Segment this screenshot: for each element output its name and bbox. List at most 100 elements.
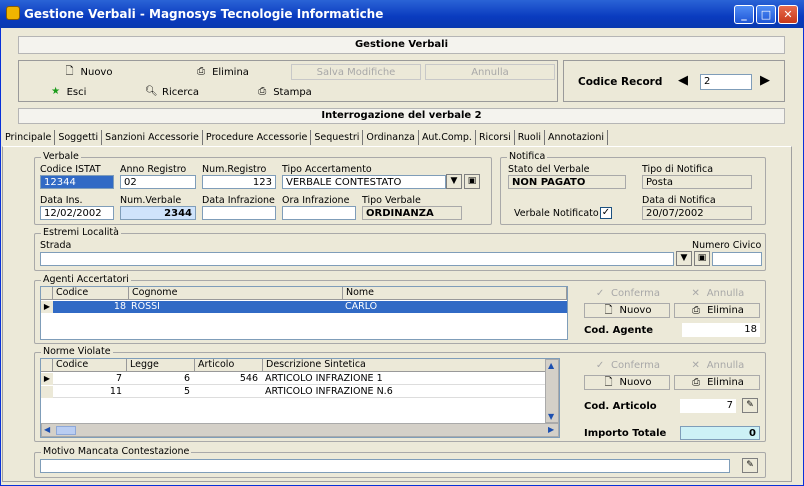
importo-totale-label: Importo Totale xyxy=(584,428,667,439)
elimina-button[interactable]: ⎙ Elimina xyxy=(157,64,287,80)
salva-button[interactable]: Salva Modifiche xyxy=(291,64,421,80)
app-icon xyxy=(6,6,20,20)
strada-field[interactable] xyxy=(40,252,674,266)
table-row[interactable]: 7 6 546 ARTICOLO INFRAZIONE 1 xyxy=(53,373,547,385)
stampa-button[interactable]: ⎙ Stampa xyxy=(229,84,339,100)
codice-istat-label: Codice ISTAT xyxy=(40,164,101,175)
lookup-icon[interactable]: ▣ xyxy=(464,174,480,189)
row-cell-descrizione: ARTICOLO INFRAZIONE N.6 xyxy=(265,386,393,397)
norme-grid[interactable]: Codice Legge Articolo Descrizione Sintet… xyxy=(40,358,560,438)
agenti-grid[interactable]: Codice Cognome Nome ▶ 18 ROSSI CARLO xyxy=(40,286,568,340)
cancel-icon: ✕ xyxy=(691,287,700,299)
anno-registro-label: Anno Registro xyxy=(120,164,187,175)
tab-ruoli[interactable]: Ruoli xyxy=(515,130,546,145)
grid-corner xyxy=(41,287,53,300)
vertical-scrollbar[interactable]: ▲ ▼ xyxy=(545,359,559,423)
codice-istat-field[interactable]: 12344 xyxy=(40,175,114,189)
new-document-icon: 🗋 xyxy=(65,66,74,77)
maximize-button[interactable]: □ xyxy=(756,5,776,24)
cod-agente-label: Cod. Agente xyxy=(584,325,654,336)
scroll-thumb[interactable] xyxy=(56,426,76,435)
tipo-verbale-field: ORDINANZA xyxy=(362,206,462,220)
tab-sequestri[interactable]: Sequestri xyxy=(311,130,364,145)
codice-record-input[interactable]: 2 xyxy=(700,74,752,90)
edit-icon[interactable]: ✎ xyxy=(742,398,758,413)
num-registro-field[interactable]: 123 xyxy=(202,175,276,189)
edit-icon[interactable]: ✎ xyxy=(742,458,758,473)
column-header-codice[interactable]: Codice xyxy=(53,287,129,300)
stato-verbale-field: NON PAGATO xyxy=(508,175,626,189)
scroll-up-icon[interactable]: ▲ xyxy=(548,361,554,370)
row-pointer-icon: ▶ xyxy=(41,373,53,385)
scroll-right-icon[interactable]: ▶ xyxy=(548,425,554,434)
data-notifica-field: 20/07/2002 xyxy=(642,206,752,220)
annulla-button[interactable]: Annulla xyxy=(425,64,555,80)
tab-principale[interactable]: Principale xyxy=(2,130,56,145)
esci-button[interactable]: ★ Esci xyxy=(23,84,113,100)
search-icon: 🔍︎ xyxy=(145,86,158,97)
norme-nuovo-button[interactable]: 🗋 Nuovo xyxy=(584,375,670,390)
tab-annotazioni[interactable]: Annotazioni xyxy=(545,130,609,145)
row-cell-codice: 7 xyxy=(115,373,122,384)
scroll-left-icon[interactable]: ◀ xyxy=(44,425,50,434)
norme-elimina-button[interactable]: ⎙ Elimina xyxy=(674,375,760,390)
agenti-nuovo-button[interactable]: 🗋 Nuovo xyxy=(584,303,670,318)
nuovo-button[interactable]: 🗋 Nuovo xyxy=(23,64,153,80)
data-infrazione-label: Data Infrazione xyxy=(202,195,275,206)
dropdown-arrow-icon[interactable]: ▼ xyxy=(676,251,692,266)
new-document-icon: 🗋 xyxy=(604,304,613,316)
table-row[interactable]: 18 ROSSI CARLO xyxy=(53,301,567,313)
column-header-codice[interactable]: Codice xyxy=(53,359,127,372)
column-header-articolo[interactable]: Articolo xyxy=(195,359,263,372)
tab-ricorsi[interactable]: Ricorsi xyxy=(476,130,515,145)
row-cell-articolo: 546 xyxy=(239,373,258,384)
prev-record-icon[interactable]: ◀ xyxy=(678,73,688,88)
close-button[interactable]: ✕ xyxy=(778,5,798,24)
horizontal-scrollbar[interactable]: ◀ ▶ xyxy=(41,423,559,437)
motivo-field[interactable] xyxy=(40,459,730,473)
numero-civico-field[interactable] xyxy=(712,252,762,266)
norme-conferma-button[interactable]: ✓ Conferma xyxy=(584,358,670,373)
next-record-icon[interactable]: ▶ xyxy=(760,73,770,88)
data-ins-label: Data Ins. xyxy=(40,195,83,206)
ora-infrazione-field[interactable] xyxy=(282,206,356,220)
importo-totale-field: 0 xyxy=(680,426,760,440)
row-cell-legge: 6 xyxy=(183,373,190,384)
cod-agente-field[interactable]: 18 xyxy=(682,323,760,337)
column-header-legge[interactable]: Legge xyxy=(127,359,195,372)
lookup-icon[interactable]: ▣ xyxy=(694,251,710,266)
tab-procedure-accessorie[interactable]: Procedure Accessorie xyxy=(203,130,312,145)
ora-infrazione-label: Ora Infrazione xyxy=(282,195,350,206)
cod-articolo-field[interactable]: 7 xyxy=(680,399,736,413)
agenti-conferma-button[interactable]: ✓ Conferma xyxy=(584,286,670,301)
tab-ordinanza[interactable]: Ordinanza xyxy=(363,130,419,145)
scroll-down-icon[interactable]: ▼ xyxy=(548,412,554,421)
tab-aut-comp[interactable]: Aut.Comp. xyxy=(419,130,476,145)
data-ins-field[interactable]: 12/02/2002 xyxy=(40,206,114,220)
data-infrazione-field[interactable] xyxy=(202,206,276,220)
table-row[interactable]: 11 5 ARTICOLO INFRAZIONE N.6 xyxy=(53,386,547,398)
tab-soggetti[interactable]: Soggetti xyxy=(55,130,103,145)
column-header-descrizione[interactable]: Descrizione Sintetica xyxy=(263,359,547,372)
motivo-group-label: Motivo Mancata Contestazione xyxy=(41,446,192,457)
norme-annulla-button[interactable]: ✕ Annulla xyxy=(674,358,760,373)
tipo-accertamento-select[interactable]: VERBALE CONTESTATO xyxy=(282,175,446,189)
agenti-annulla-button[interactable]: ✕ Annulla xyxy=(674,286,760,301)
section-title: Interrogazione del verbale 2 xyxy=(18,108,785,124)
tab-sanzioni-accessorie[interactable]: Sanzioni Accessorie xyxy=(102,130,203,145)
dropdown-arrow-icon[interactable]: ▼ xyxy=(446,174,462,189)
verbale-notificato-checkbox[interactable]: ✓ xyxy=(600,207,612,219)
row-cell-legge: 5 xyxy=(183,386,190,397)
ricerca-button[interactable]: 🔍︎ Ricerca xyxy=(117,84,227,100)
toolbar: 🗋 Nuovo ⎙ Elimina Salva Modifiche Annulla … xyxy=(18,60,558,102)
num-verbale-field[interactable]: 2344 xyxy=(120,206,196,220)
cod-articolo-label: Cod. Articolo xyxy=(584,401,657,412)
num-verbale-label: Num.Verbale xyxy=(120,195,182,206)
anno-registro-field[interactable]: 02 xyxy=(120,175,196,189)
verbale-group-label: Verbale xyxy=(41,151,81,162)
column-header-cognome[interactable]: Cognome xyxy=(129,287,343,300)
agenti-elimina-button[interactable]: ⎙ Elimina xyxy=(674,303,760,318)
minimize-button[interactable]: _ xyxy=(734,5,754,24)
agenti-group-label: Agenti Accertatori xyxy=(41,274,131,285)
column-header-nome[interactable]: Nome xyxy=(343,287,567,300)
